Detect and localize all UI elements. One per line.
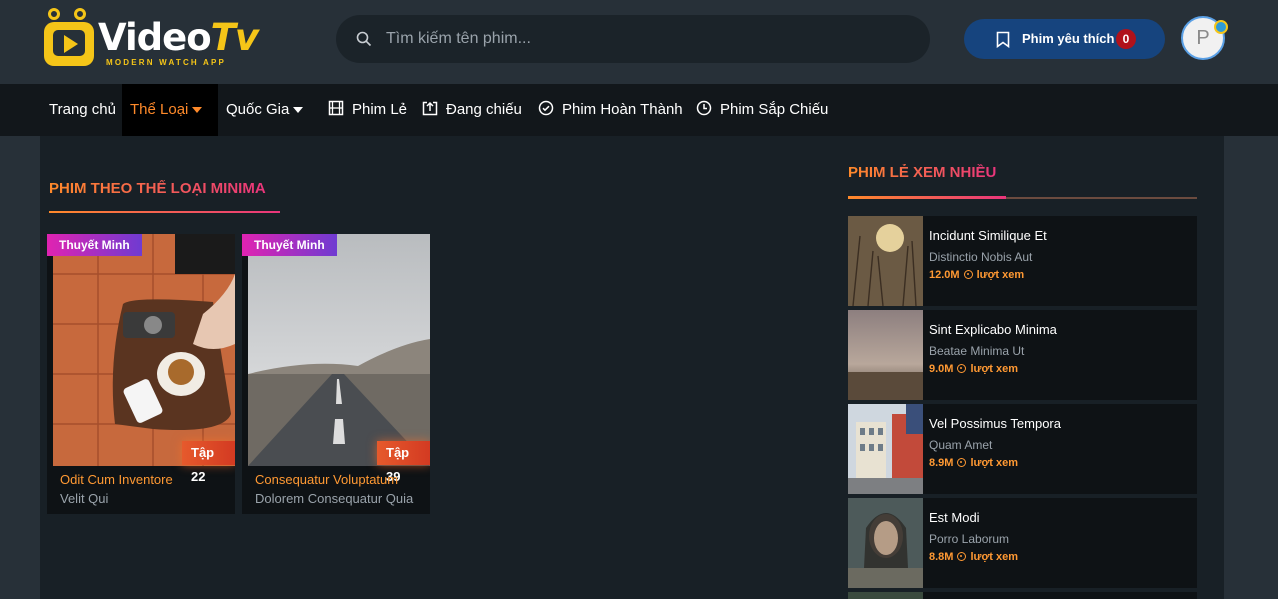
view-count-suffix: lượt xem xyxy=(970,457,1019,469)
movie-card[interactable]: Thuyết Minh Tập 39 Consequatur Voluptatu… xyxy=(242,234,430,514)
dubbed-badge: Thuyết Minh xyxy=(242,234,337,256)
episode-badge: Tập 22 xyxy=(182,441,235,484)
thumbnail-portrait-image xyxy=(848,498,923,588)
logo[interactable]: VideoTv MODERN WATCH APP xyxy=(44,8,259,70)
thumbnail-misty-horizon-image xyxy=(848,310,923,400)
nav-single-movies[interactable]: Phim Lẻ xyxy=(328,84,407,136)
play-icon xyxy=(64,35,78,53)
view-count: 12.0M lượt xem xyxy=(929,269,1024,281)
section-title: PHIM THEO THỂ LOẠI MINIMA xyxy=(49,180,266,197)
nav-showing[interactable]: Đang chiếu xyxy=(422,84,522,136)
logo-tagline: MODERN WATCH APP xyxy=(106,58,227,67)
movie-title[interactable]: Consequatur Voluptatum xyxy=(255,472,398,487)
film-icon xyxy=(328,100,344,116)
logo-antenna-left xyxy=(48,8,60,20)
caret-down-icon xyxy=(293,107,304,114)
view-count-value: 9.0M xyxy=(929,363,954,375)
movie-subtitle: Dolorem Consequatur Quia xyxy=(255,491,414,506)
nav-single-label: Phim Lẻ xyxy=(352,101,408,118)
movie-thumbnail xyxy=(848,592,923,599)
nav-country[interactable]: Quốc Gia xyxy=(226,84,304,136)
popular-movie-item[interactable]: Incidunt Similique Et Distinctio Nobis A… xyxy=(848,216,1197,306)
eye-icon xyxy=(957,364,967,373)
main-nav: Trang chủ Thể Loại Quốc Gia Phim Lẻ Đang… xyxy=(0,84,1278,136)
movie-subtitle: Porro Laborum xyxy=(929,532,1010,546)
movie-title[interactable]: Odit Cum Inventore xyxy=(60,472,173,487)
view-count-value: 12.0M xyxy=(929,269,960,281)
nav-completed[interactable]: Phim Hoàn Thành xyxy=(538,84,683,136)
eye-icon xyxy=(957,552,967,561)
movie-poster xyxy=(53,234,235,466)
nav-upcoming[interactable]: Phim Sắp Chiếu xyxy=(696,84,828,136)
movie-title[interactable]: Vel Possimus Tempora xyxy=(929,416,1061,431)
popular-movie-item[interactable]: Sint Explicabo Minima Beatae Minima Ut 9… xyxy=(848,310,1197,400)
search-input[interactable] xyxy=(386,15,906,63)
logo-word-tv: Tv xyxy=(210,16,259,59)
movie-subtitle: Quam Amet xyxy=(929,438,993,452)
poster-cafe-table-image xyxy=(53,234,235,466)
thumbnail-street-buildings-image xyxy=(848,404,923,494)
movie-subtitle: Beatae Minima Ut xyxy=(929,344,1025,358)
search-bar xyxy=(336,15,930,63)
movie-thumbnail xyxy=(848,498,923,588)
episode-badge: Tập 39 xyxy=(377,441,430,484)
online-status-icon xyxy=(1214,20,1228,34)
view-count-value: 8.9M xyxy=(929,457,954,469)
movie-card[interactable]: Thuyết Minh Tập 22 Odit Cum Inventore Ve… xyxy=(47,234,235,514)
nav-home-label: Trang chủ xyxy=(49,101,116,118)
movie-thumbnail xyxy=(848,310,923,400)
nav-showing-label: Đang chiếu xyxy=(446,101,522,118)
clock-icon xyxy=(696,100,712,116)
movie-subtitle: Velit Qui xyxy=(60,491,109,506)
nav-home[interactable]: Trang chủ xyxy=(49,84,116,136)
logo-wordmark: VideoTv xyxy=(98,16,259,59)
favorites-count-badge: 0 xyxy=(1116,29,1136,49)
section-title-underline xyxy=(49,211,280,213)
movie-title[interactable]: Incidunt Similique Et xyxy=(929,228,1047,243)
eye-icon xyxy=(963,270,973,279)
movie-title[interactable]: Sint Explicabo Minima xyxy=(929,322,1057,337)
view-count: 8.9M lượt xem xyxy=(929,457,1018,469)
header: VideoTv MODERN WATCH APP Phim yêu thích … xyxy=(0,0,1278,84)
logo-antenna-right xyxy=(74,8,86,20)
thumbnail-wheat-field-image xyxy=(848,216,923,306)
view-count: 9.0M lượt xem xyxy=(929,363,1018,375)
popular-movie-item[interactable]: Vel Possimus Tempora Quam Amet 8.9M lượt … xyxy=(848,404,1197,494)
sidebar-title-underline xyxy=(848,196,1006,199)
movie-thumbnail xyxy=(848,216,923,306)
nav-genre-label: Thể Loại xyxy=(130,101,189,118)
nav-genre[interactable]: Thể Loại xyxy=(122,84,218,136)
eye-icon xyxy=(957,458,967,467)
caret-down-icon xyxy=(192,107,203,114)
favorites-button[interactable]: Phim yêu thích 0 xyxy=(964,19,1165,59)
movie-subtitle: Distinctio Nobis Aut xyxy=(929,250,1033,264)
check-circle-icon xyxy=(538,100,554,116)
movie-title[interactable]: Est Modi xyxy=(929,510,980,525)
nav-upcoming-label: Phim Sắp Chiếu xyxy=(720,101,829,118)
upload-screen-icon xyxy=(422,101,438,116)
movie-poster xyxy=(248,234,430,466)
nav-completed-label: Phim Hoàn Thành xyxy=(562,101,683,118)
favorites-label: Phim yêu thích xyxy=(1022,31,1115,46)
dubbed-badge: Thuyết Minh xyxy=(47,234,142,256)
popular-movie-item[interactable]: Est Modi Porro Laborum 8.8M lượt xem xyxy=(848,498,1197,588)
bookmark-icon xyxy=(996,31,1010,48)
sidebar-title: PHIM LẺ XEM NHIỀU xyxy=(848,164,997,181)
movie-thumbnail xyxy=(848,404,923,494)
popular-movie-item-partial[interactable] xyxy=(848,592,1197,599)
view-count-suffix: lượt xem xyxy=(970,551,1019,563)
logo-word-video: Video xyxy=(98,16,212,59)
view-count-suffix: lượt xem xyxy=(976,269,1025,281)
search-icon[interactable] xyxy=(356,31,372,47)
view-count-suffix: lượt xem xyxy=(970,363,1019,375)
nav-country-label: Quốc Gia xyxy=(226,101,290,118)
view-count: 8.8M lượt xem xyxy=(929,551,1018,563)
view-count-value: 8.8M xyxy=(929,551,954,563)
poster-road-image xyxy=(248,234,430,466)
